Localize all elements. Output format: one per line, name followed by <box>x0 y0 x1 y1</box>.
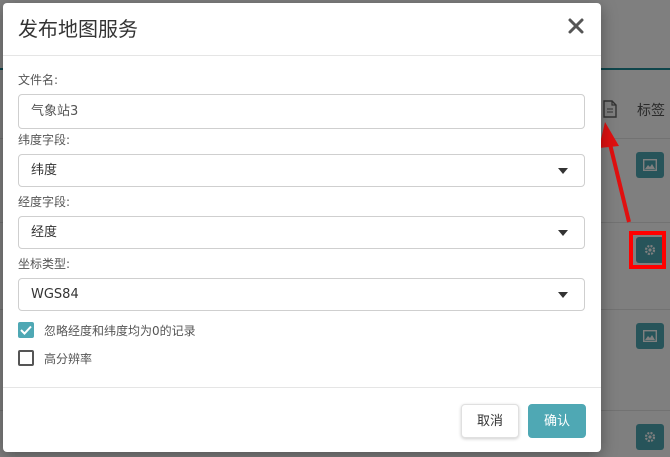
chevron-down-icon <box>558 168 568 174</box>
coord-type-select[interactable]: WGS84 <box>18 278 585 311</box>
confirm-button[interactable]: 确认 <box>528 404 586 438</box>
coord-type-label: 坐标类型: <box>18 257 71 271</box>
lat-field-label: 纬度字段: <box>18 133 71 147</box>
lat-field-value: 纬度 <box>31 163 58 178</box>
chevron-down-icon <box>558 230 568 236</box>
ignore-zero-checkbox[interactable] <box>18 322 34 338</box>
lng-field-label: 经度字段: <box>18 195 71 209</box>
file-name-input[interactable]: 气象站3 <box>18 94 585 129</box>
coord-type-value: WGS84 <box>31 287 79 302</box>
lat-field-select[interactable]: 纬度 <box>18 154 585 187</box>
high-resolution-label: 高分辨率 <box>44 351 93 366</box>
close-button[interactable] <box>565 15 587 37</box>
lng-field-value: 经度 <box>31 225 58 240</box>
ignore-zero-label: 忽略经度和纬度均为0的记录 <box>44 323 196 338</box>
ignore-zero-option[interactable]: 忽略经度和纬度均为0的记录 <box>18 321 196 339</box>
publish-map-service-dialog: 发布地图服务 文件名: 气象站3 纬度字段: 纬度 经度字段: 经度 坐标类型:… <box>3 3 601 452</box>
checkmark-icon <box>20 325 32 335</box>
high-resolution-option[interactable]: 高分辨率 <box>18 349 92 367</box>
lng-field-select[interactable]: 经度 <box>18 216 585 249</box>
high-resolution-checkbox[interactable] <box>18 350 34 366</box>
chevron-down-icon <box>558 292 568 298</box>
file-name-label: 文件名: <box>18 73 59 87</box>
highlight-box <box>629 231 666 269</box>
dialog-footer-divider <box>3 387 601 388</box>
red-arrow-icon <box>599 122 631 223</box>
cancel-button[interactable]: 取消 <box>461 404 519 438</box>
close-icon <box>565 15 587 37</box>
dialog-title: 发布地图服务 <box>18 17 138 41</box>
dialog-header: 发布地图服务 <box>3 3 601 56</box>
